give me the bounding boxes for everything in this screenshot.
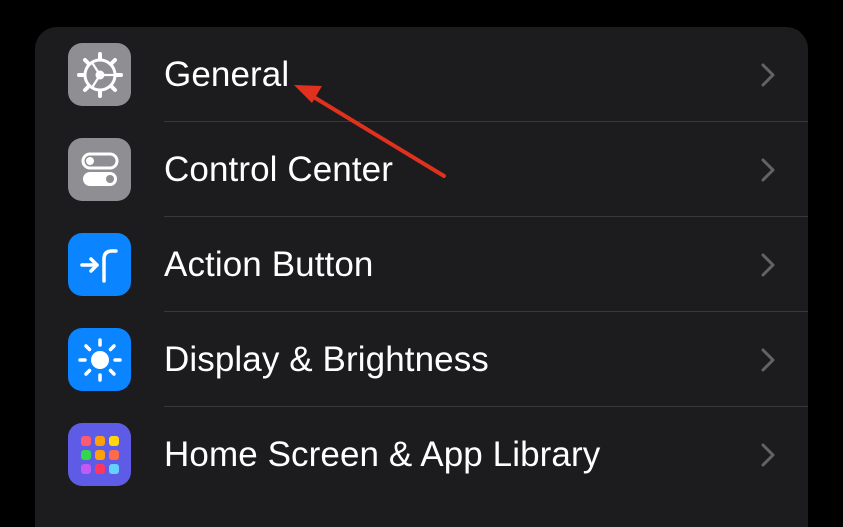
settings-item-control-center[interactable]: Control Center [35,122,808,217]
settings-item-home-screen-app-library[interactable]: Home Screen & App Library [35,407,808,502]
chevron-right-icon [761,253,775,277]
app-grid-icon [68,423,131,486]
action-button-icon [68,233,131,296]
toggles-icon [68,138,131,201]
chevron-right-icon [761,348,775,372]
chevron-right-icon [761,158,775,182]
chevron-right-icon [761,63,775,87]
settings-item-label: Display & Brightness [164,340,489,379]
sun-icon [68,328,131,391]
chevron-right-icon [761,443,775,467]
settings-item-label: General [164,55,290,94]
settings-item-general[interactable]: General [35,27,808,122]
gear-icon [68,43,131,106]
settings-item-action-button[interactable]: Action Button [35,217,808,312]
settings-item-label: Action Button [164,245,374,284]
settings-item-label: Home Screen & App Library [164,435,601,474]
settings-list: General Control Center Action Button Dis… [35,27,808,527]
settings-item-label: Control Center [164,150,394,189]
settings-item-display-brightness[interactable]: Display & Brightness [35,312,808,407]
